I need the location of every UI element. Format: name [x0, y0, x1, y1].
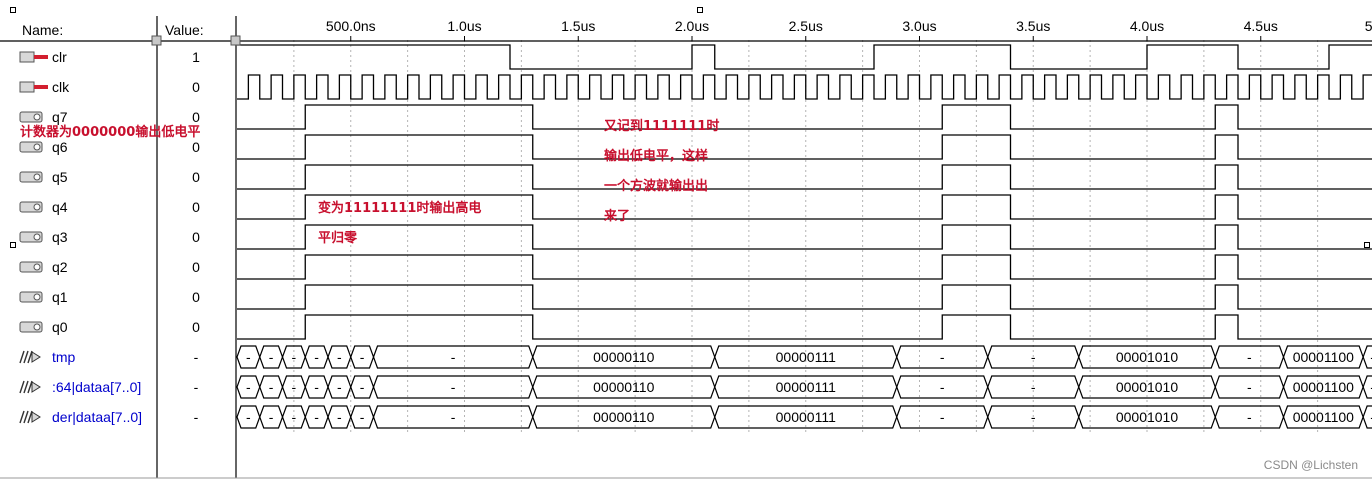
bus-value: 00000111 — [776, 349, 836, 365]
bus-value: 00001010 — [1116, 349, 1179, 365]
signal-name: der|dataa[7..0] — [52, 409, 142, 425]
bus-value: - — [940, 409, 945, 425]
bus-value: 00000110 — [593, 409, 654, 425]
bus-value: 00001100 — [1293, 409, 1354, 425]
signal-name: q3 — [52, 229, 68, 245]
bus-value: - — [292, 349, 297, 365]
bus-value: - — [314, 379, 319, 395]
bus-value: - — [246, 349, 251, 365]
bus-value: - — [292, 379, 297, 395]
bus-value: 00001100 — [1293, 379, 1354, 395]
splitter-handle[interactable] — [151, 35, 162, 46]
annotation-low-level: 计数器为0000000输出低电平 — [20, 125, 201, 140]
signal-value: 0 — [192, 319, 200, 335]
time-label: 5.0 — [1365, 18, 1372, 34]
bus-value: 00001100 — [1293, 349, 1354, 365]
bus-value: - — [940, 379, 945, 395]
input-pin-icon — [19, 51, 35, 63]
annotation-square-wave: 又记到1111111时 输出低电平，这样 一个方波就输出出 来了 — [604, 119, 720, 224]
bus-value: - — [360, 409, 365, 425]
bus-value: - — [246, 379, 251, 395]
bus-value: 00001010 — [1116, 379, 1179, 395]
watermark: CSDN @Lichsten — [1263, 458, 1358, 472]
time-label: 1.0us — [447, 18, 481, 34]
time-label: 500.0ns — [326, 18, 376, 34]
bus-value: 00000111 — [776, 409, 836, 425]
time-label: 2.5us — [789, 18, 823, 34]
waveform-canvas[interactable]: Name: Value: 500.0ns 1.0us 1.5us 2.0us 2.5us… — [0, 0, 1372, 480]
signal-name: q1 — [52, 289, 68, 305]
bus-value: - — [1247, 349, 1252, 365]
signal-name: clr — [52, 49, 67, 65]
signal-name: q0 — [52, 319, 68, 335]
value-column-header: Value: — [165, 22, 204, 38]
bus-value: - — [269, 349, 274, 365]
signal-name: q5 — [52, 169, 68, 185]
signal-name: :64|dataa[7..0] — [52, 379, 141, 395]
signal-value: - — [194, 409, 199, 425]
signal-value: - — [194, 349, 199, 365]
bus-value: 00000111 — [776, 379, 836, 395]
bus-value: 00000110 — [593, 379, 654, 395]
bus-value: - — [451, 409, 456, 425]
bus-value: - — [451, 349, 456, 365]
bus-value: - — [1031, 409, 1036, 425]
annotation-high-level: 变为11111111时输出高电 平归零 — [318, 201, 482, 246]
resize-handle[interactable] — [1364, 242, 1370, 248]
bus-value: 00001010 — [1116, 409, 1179, 425]
name-column-header: Name: — [22, 22, 63, 38]
bus-value: - — [337, 379, 342, 395]
bus-value: - — [940, 349, 945, 365]
bus-value: - — [1031, 379, 1036, 395]
signal-value: 0 — [192, 79, 200, 95]
splitter-handle[interactable] — [230, 35, 241, 46]
signal-name: q4 — [52, 199, 68, 215]
time-label: 4.5us — [1244, 18, 1278, 34]
bus-value: - — [246, 409, 251, 425]
bus-value: - — [1031, 349, 1036, 365]
bus-value: - — [451, 379, 456, 395]
signal-value: 1 — [192, 49, 200, 65]
bus-value: - — [1247, 379, 1252, 395]
time-label: 1.5us — [561, 18, 595, 34]
time-label: 3.0us — [902, 18, 936, 34]
signal-name: tmp — [52, 349, 76, 365]
signal-value: 0 — [192, 259, 200, 275]
time-label: 3.5us — [1016, 18, 1050, 34]
signal-value: - — [194, 379, 199, 395]
bus-value: - — [360, 349, 365, 365]
signal-value: 0 — [192, 169, 200, 185]
time-label: 2.0us — [675, 18, 709, 34]
signal-value: 0 — [192, 229, 200, 245]
bus-value: - — [314, 349, 319, 365]
bus-value: 00000110 — [593, 349, 654, 365]
signal-value: 0 — [192, 289, 200, 305]
bus-value: - — [360, 379, 365, 395]
bus-value: - — [269, 409, 274, 425]
signal-name: clk — [52, 79, 70, 95]
waveform-editor: Name: Value: 500.0ns 1.0us 1.5us 2.0us 2.5us… — [0, 0, 1372, 480]
bus-value: - — [269, 379, 274, 395]
input-pin-icon — [19, 81, 35, 93]
signal-name: q2 — [52, 259, 68, 275]
resize-handle[interactable] — [10, 7, 16, 13]
resize-handle[interactable] — [697, 7, 703, 13]
resize-handle[interactable] — [10, 242, 16, 248]
time-label: 4.0us — [1130, 18, 1164, 34]
bus-value: - — [292, 409, 297, 425]
bus-value: - — [337, 349, 342, 365]
bus-value: - — [1247, 409, 1252, 425]
bus-value: - — [314, 409, 319, 425]
signal-value: 0 — [192, 199, 200, 215]
bus-value: - — [337, 409, 342, 425]
